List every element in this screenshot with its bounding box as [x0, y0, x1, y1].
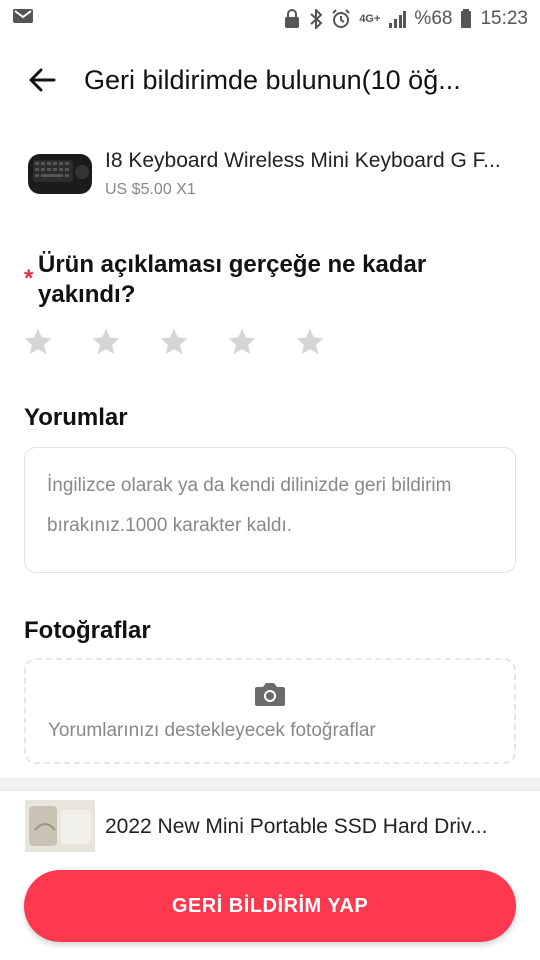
- back-button[interactable]: [0, 50, 84, 110]
- battery-label: %68: [414, 8, 453, 29]
- clock: 15:23: [480, 8, 528, 29]
- comments-title: Yorumlar: [24, 404, 128, 431]
- product-info: I8 Keyboard Wireless Mini Keyboard G F..…: [105, 149, 515, 199]
- lock-icon: [283, 9, 301, 29]
- bluetooth-icon: [309, 9, 323, 29]
- star-icon[interactable]: [294, 326, 326, 358]
- star-icon[interactable]: [22, 326, 54, 358]
- star-icon[interactable]: [226, 326, 258, 358]
- product-item: I8 Keyboard Wireless Mini Keyboard G F..…: [0, 138, 540, 210]
- product-item: 2022 New Mini Portable SSD Hard Driv...: [0, 800, 540, 854]
- status-bar: 4G+ %68 15:23: [0, 0, 540, 38]
- required-marker: *: [24, 265, 34, 292]
- network-label: 4G+: [359, 13, 381, 25]
- product-image: [25, 146, 95, 202]
- battery-icon: [460, 9, 472, 29]
- product-price: US $5.00 X1: [105, 181, 196, 198]
- star-rating: [22, 326, 326, 358]
- photos-title: Fotoğraflar: [24, 617, 151, 644]
- product-image: [25, 800, 95, 854]
- arrow-left-icon: [29, 68, 56, 92]
- star-icon[interactable]: [158, 326, 190, 358]
- photo-upload-label: Yorumlarınızı destekleyecek fotoğraflar: [48, 720, 376, 741]
- camera-icon: [255, 683, 285, 706]
- star-icon[interactable]: [90, 326, 122, 358]
- rating-question-text: Ürün açıklaması gerçeğe ne kadar yakındı…: [38, 251, 427, 308]
- comment-input[interactable]: İngilizce olarak ya da kendi dilinizde g…: [24, 447, 516, 573]
- header: Geri bildirimde bulunun(10 öğ...: [0, 50, 540, 110]
- section-divider: [0, 778, 540, 791]
- product-name: I8 Keyboard Wireless Mini Keyboard G F..…: [105, 149, 501, 172]
- bottom-bar: GERİ BİLDİRİM YAP: [0, 852, 540, 960]
- comment-placeholder: İngilizce olarak ya da kendi dilinizde g…: [47, 475, 452, 536]
- rating-question: * Ürün açıklaması gerçeğe ne kadar yakın…: [24, 250, 518, 310]
- page-title: Geri bildirimde bulunun(10 öğ...: [84, 64, 461, 95]
- photo-upload[interactable]: Yorumlarınızı destekleyecek fotoğraflar: [24, 658, 516, 764]
- product-name: 2022 New Mini Portable SSD Hard Driv...: [105, 815, 488, 838]
- alarm-icon: [331, 9, 351, 29]
- signal-icon: [388, 10, 407, 28]
- mail-icon: [12, 7, 34, 31]
- submit-feedback-button[interactable]: GERİ BİLDİRİM YAP: [24, 870, 516, 942]
